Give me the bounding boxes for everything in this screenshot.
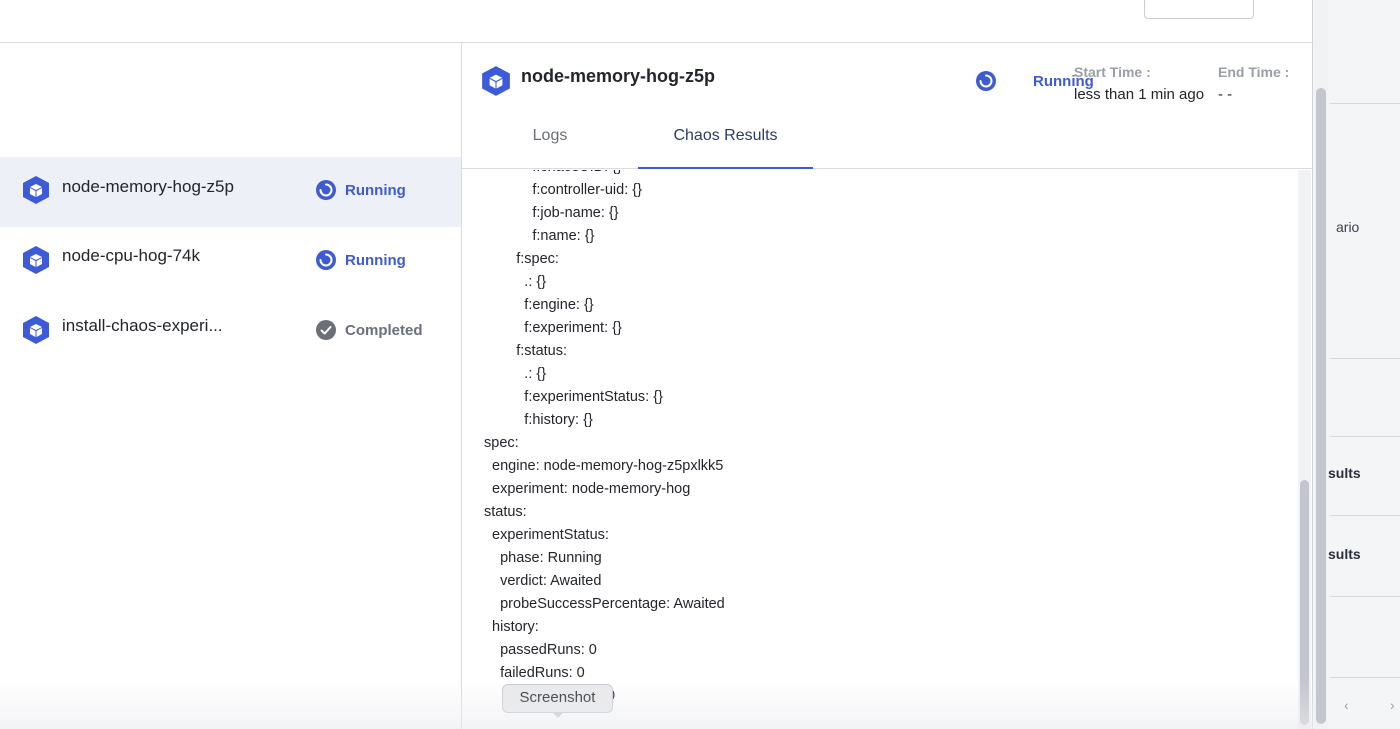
background-divider <box>1330 436 1400 437</box>
yaml-line: f:controller-uid: {} <box>484 182 642 198</box>
yaml-line: status: <box>484 504 527 520</box>
yaml-line: experimentStatus: <box>484 527 609 543</box>
tab-logs[interactable]: Logs <box>462 113 638 169</box>
running-spinner-icon <box>316 250 336 270</box>
tooltip-arrow <box>552 712 564 718</box>
yaml-line: f:experimentStatus: {} <box>484 389 663 405</box>
top-action-button[interactable] <box>1144 0 1254 19</box>
content-scrollbar-thumb[interactable] <box>1300 480 1309 725</box>
background-text: sults <box>1328 465 1361 481</box>
background-text: sults <box>1328 546 1361 562</box>
detail-tabs: Logs Chaos Results <box>462 113 1313 169</box>
yaml-line: f:chaosUID: {} <box>484 170 725 179</box>
chaos-result-yaml: f:chaosUID: {} f:controller-uid: {} f:jo… <box>484 170 725 685</box>
yaml-line: failedRuns: 0 <box>484 665 585 681</box>
content-scrollbar[interactable] <box>1298 170 1311 729</box>
node-list-item[interactable]: node-memory-hog-z5p Running <box>0 157 461 227</box>
background-divider <box>1330 103 1400 104</box>
yaml-line: history: <box>484 619 539 635</box>
yaml-line: passedRuns: 0 <box>484 642 597 658</box>
yaml-line: spec: <box>484 435 519 451</box>
modal-top-bar <box>0 0 1313 43</box>
background-text: ario <box>1336 219 1360 235</box>
start-time-label: Start Time : <box>1074 64 1151 80</box>
screenshot-tooltip: Screenshot <box>502 684 613 713</box>
kubernetes-node-icon <box>482 66 510 96</box>
node-status: Running <box>345 182 406 199</box>
kubernetes-node-icon <box>23 246 49 274</box>
node-title: node-memory-hog-z5p <box>521 66 716 86</box>
yaml-line: f:spec: <box>484 251 559 267</box>
node-status: Completed <box>345 322 423 339</box>
yaml-line: f:status: <box>484 343 567 359</box>
page-scrollbar-thumb[interactable] <box>1316 88 1326 724</box>
yaml-line: f:experiment: {} <box>484 320 622 336</box>
node-name: install-chaos-experi... <box>62 316 223 335</box>
node-list-item[interactable]: install-chaos-experi... Completed <box>0 297 461 367</box>
yaml-line: .: {} <box>484 274 547 290</box>
kubernetes-node-icon <box>23 176 49 204</box>
chevron-left-icon[interactable]: ‹ <box>1344 697 1349 713</box>
background-divider <box>1330 677 1400 678</box>
yaml-line: f:engine: {} <box>484 297 594 313</box>
tab-chaos-results[interactable]: Chaos Results <box>638 113 813 169</box>
background-divider <box>1330 596 1400 597</box>
yaml-line: .: {} <box>484 366 547 382</box>
yaml-line: experiment: node-memory-hog <box>484 481 691 497</box>
yaml-line: f:history: {} <box>484 412 593 428</box>
yaml-line: f:name: {} <box>484 228 595 244</box>
running-spinner-icon <box>316 180 336 200</box>
end-time-value: - - <box>1218 86 1233 103</box>
node-name: node-cpu-hog-74k <box>62 246 200 265</box>
kubernetes-node-icon <box>23 316 49 344</box>
node-list-item[interactable]: node-cpu-hog-74k Running <box>0 227 461 297</box>
node-status: Running <box>345 252 406 269</box>
running-spinner-icon <box>976 71 996 91</box>
page-scrollbar[interactable] <box>1314 0 1328 729</box>
yaml-line: engine: node-memory-hog-z5pxlkk5 <box>484 458 724 474</box>
background-divider <box>1330 515 1400 516</box>
node-list: node-memory-hog-z5p Running node-cpu-hog… <box>0 43 462 729</box>
start-time-value: less than 1 min ago <box>1074 86 1205 103</box>
yaml-line: f:job-name: {} <box>484 205 619 221</box>
node-name: node-memory-hog-z5p <box>62 177 234 196</box>
yaml-line: probeSuccessPercentage: Awaited <box>484 596 725 612</box>
yaml-line: phase: Running <box>484 550 602 566</box>
end-time-label: End Time : <box>1218 64 1290 80</box>
background-divider <box>1330 358 1400 359</box>
chevron-right-icon[interactable]: › <box>1390 697 1395 713</box>
workflow-details-modal: node-memory-hog-z5p Running node-cpu-hog… <box>0 0 1313 729</box>
chaos-results-panel[interactable]: f:chaosUID: {} f:controller-uid: {} f:jo… <box>462 170 1313 729</box>
yaml-line: verdict: Awaited <box>484 573 602 589</box>
completed-check-icon <box>316 320 336 340</box>
